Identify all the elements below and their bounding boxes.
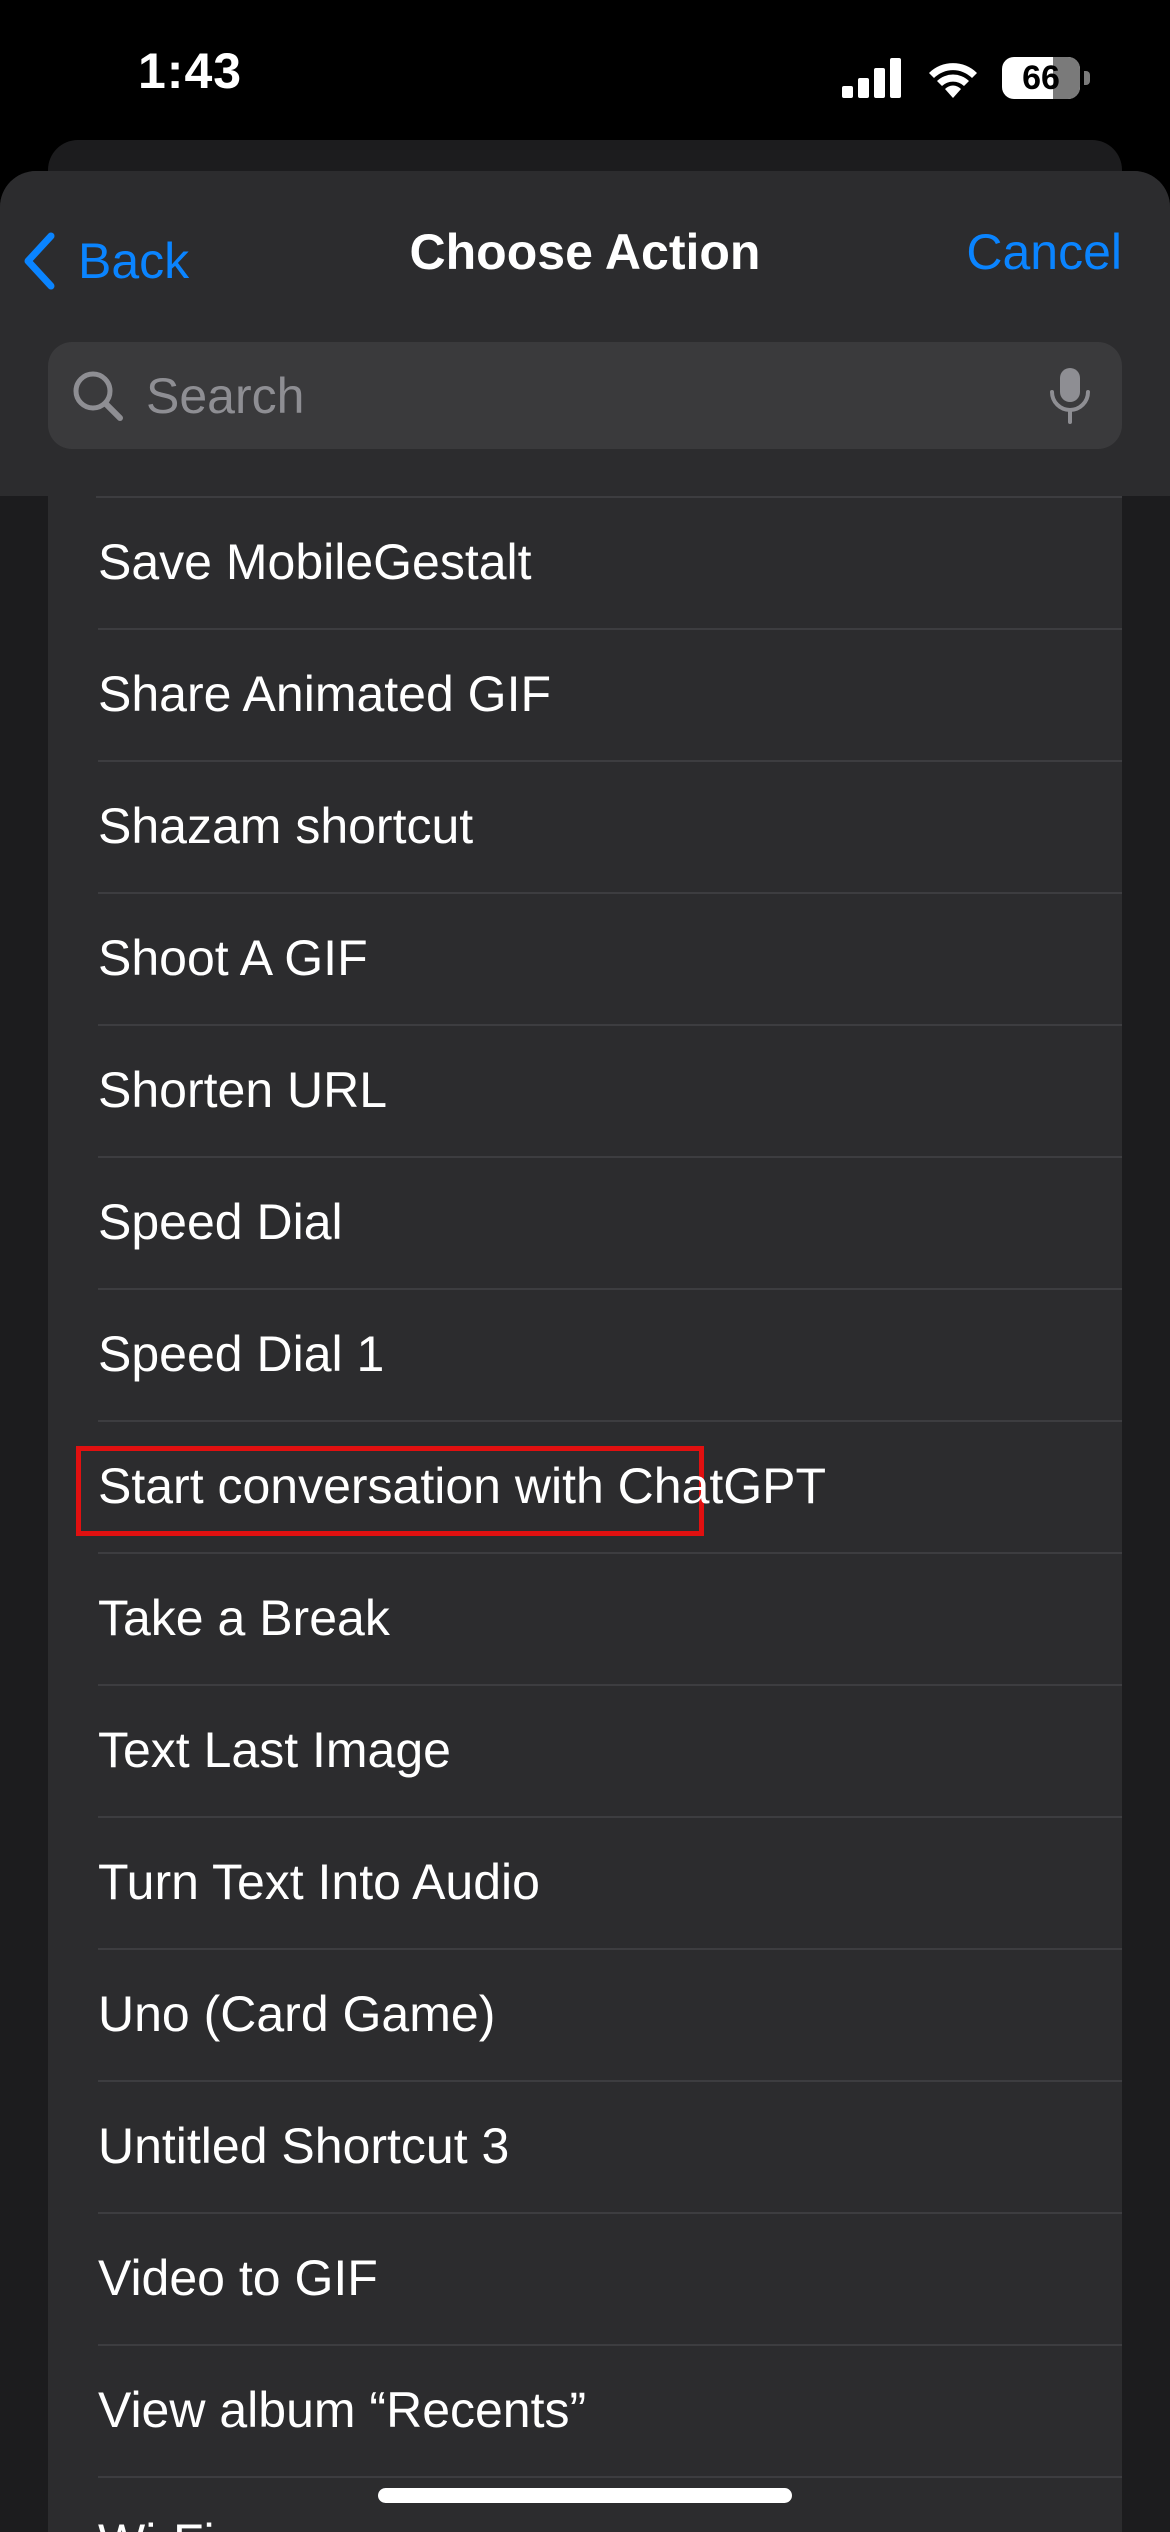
list-item[interactable]: Uno (Card Game) bbox=[48, 1950, 1122, 2082]
search-input[interactable] bbox=[144, 365, 1046, 426]
status-icons: 66 bbox=[842, 50, 1090, 106]
cellular-signal-icon bbox=[842, 58, 901, 98]
list-item[interactable]: Save MobileGestalt bbox=[48, 498, 1122, 630]
list-item[interactable]: Take a Break bbox=[48, 1554, 1122, 1686]
shortcut-list[interactable]: Save MobileGestalt Share Animated GIF Shaz… bbox=[48, 496, 1122, 2532]
microphone-icon[interactable] bbox=[1046, 366, 1094, 426]
list-item-label: Speed Dial 1 bbox=[98, 1326, 385, 1382]
list-item-label: Video to GIF bbox=[98, 2250, 378, 2306]
list-item[interactable]: Video to GIF bbox=[48, 2214, 1122, 2346]
list-item-label: Text Last Image bbox=[98, 1722, 451, 1778]
action-picker-sheet: Back Choose Action Cancel Save MobileGes… bbox=[0, 171, 1170, 2532]
wifi-icon bbox=[929, 63, 977, 98]
battery-icon: 66 bbox=[1002, 57, 1080, 99]
screen: 1:43 66 Back Choose Action Cancel Search… bbox=[0, 0, 1170, 2532]
list-item-label: Shazam shortcut bbox=[98, 798, 474, 854]
battery-nub bbox=[1084, 71, 1090, 85]
list-item[interactable]: Wi-Fi bbox=[48, 2478, 1122, 2532]
list-item-label: View album “Recents” bbox=[98, 2382, 587, 2438]
list-item-label: Speed Dial bbox=[98, 1194, 343, 1250]
home-indicator[interactable] bbox=[378, 2488, 792, 2503]
search-bar[interactable] bbox=[48, 342, 1122, 449]
cancel-button[interactable]: Cancel bbox=[966, 223, 1122, 281]
list-item[interactable]: Turn Text Into Audio bbox=[48, 1818, 1122, 1950]
list-item-label: Take a Break bbox=[98, 1590, 390, 1646]
list-item-label: Untitled Shortcut 3 bbox=[98, 2118, 510, 2174]
list-item[interactable]: View album “Recents” bbox=[48, 2346, 1122, 2478]
search-icon bbox=[73, 371, 123, 421]
list-item[interactable]: Shazam shortcut bbox=[48, 762, 1122, 894]
list-items: Save MobileGestalt Share Animated GIF Shaz… bbox=[48, 498, 1122, 2532]
list-item[interactable]: Untitled Shortcut 3 bbox=[48, 2082, 1122, 2214]
list-item-label: Start conversation with ChatGPT bbox=[98, 1458, 827, 1514]
status-bar: 1:43 66 bbox=[0, 0, 1170, 160]
status-time: 1:43 bbox=[138, 43, 243, 99]
list-item[interactable]: Text Last Image bbox=[48, 1686, 1122, 1818]
list-item[interactable]: Speed Dial 1 bbox=[48, 1290, 1122, 1422]
list-item[interactable]: Shoot A GIF bbox=[48, 894, 1122, 1026]
list-item-label: Turn Text Into Audio bbox=[98, 1854, 540, 1910]
list-item[interactable]: Share Animated GIF bbox=[48, 630, 1122, 762]
list-item[interactable]: Start conversation with ChatGPT bbox=[48, 1422, 1122, 1554]
nav-header: Back Choose Action Cancel bbox=[0, 171, 1170, 496]
list-item[interactable]: Speed Dial bbox=[48, 1158, 1122, 1290]
list-item-label: Uno (Card Game) bbox=[98, 1986, 496, 2042]
list-item-label: Shoot A GIF bbox=[98, 930, 368, 986]
list-item-label: Shorten URL bbox=[98, 1062, 388, 1118]
list-item-label: Save MobileGestalt bbox=[98, 534, 532, 590]
list-item[interactable]: Shorten URL bbox=[48, 1026, 1122, 1158]
list-item-label: Wi-Fi bbox=[98, 2478, 215, 2532]
list-item-label: Share Animated GIF bbox=[98, 666, 552, 722]
battery-level: 66 bbox=[1022, 59, 1060, 97]
